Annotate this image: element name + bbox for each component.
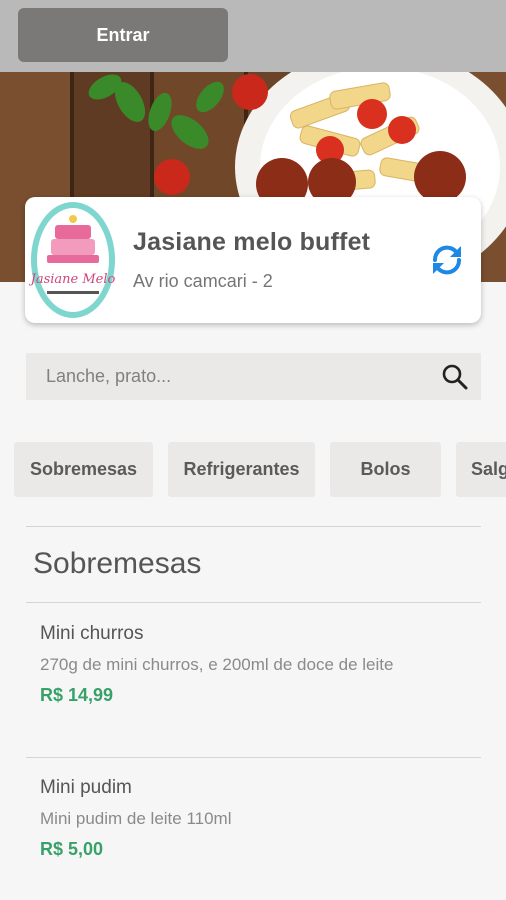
- divider: [26, 602, 481, 603]
- category-tab-salgados[interactable]: Salg: [456, 442, 506, 497]
- search-bar: [26, 353, 481, 400]
- item-price: R$ 14,99: [40, 685, 114, 705]
- category-tab-refrigerantes[interactable]: Refrigerantes: [168, 442, 315, 497]
- search-input[interactable]: [26, 353, 435, 400]
- login-button[interactable]: Entrar: [18, 8, 228, 62]
- logo-text: Jasiane Melo: [29, 272, 116, 287]
- search-icon[interactable]: [435, 357, 475, 397]
- item-description: 270g de mini churros, e 200ml de doce de…: [40, 655, 394, 674]
- store-logo: Jasiane Melo: [27, 197, 119, 323]
- menu-item[interactable]: Mini churros 270g de mini churros, e 200…: [40, 623, 480, 706]
- item-price: R$ 5,00: [40, 839, 104, 859]
- top-bar: Entrar: [0, 0, 506, 72]
- menu-item[interactable]: Mini pudim Mini pudim de leite 110ml R$ …: [40, 777, 480, 860]
- item-name: Mini churros: [40, 623, 144, 644]
- item-name: Mini pudim: [40, 777, 132, 798]
- item-description: Mini pudim de leite 110ml: [40, 809, 232, 828]
- store-card: Jasiane Melo Jasiane melo buffet Av rio …: [25, 197, 481, 323]
- section-title: Sobremesas: [33, 547, 202, 580]
- category-tab-sobremesas[interactable]: Sobremesas: [14, 442, 153, 497]
- refresh-icon[interactable]: [425, 238, 469, 282]
- category-tab-bolos[interactable]: Bolos: [330, 442, 441, 497]
- store-address: Av rio camcari - 2: [133, 271, 273, 291]
- store-name: Jasiane melo buffet: [133, 228, 371, 256]
- category-tabs: Sobremesas Refrigerantes Bolos Salg: [14, 442, 506, 497]
- divider: [26, 526, 481, 527]
- divider: [26, 757, 481, 758]
